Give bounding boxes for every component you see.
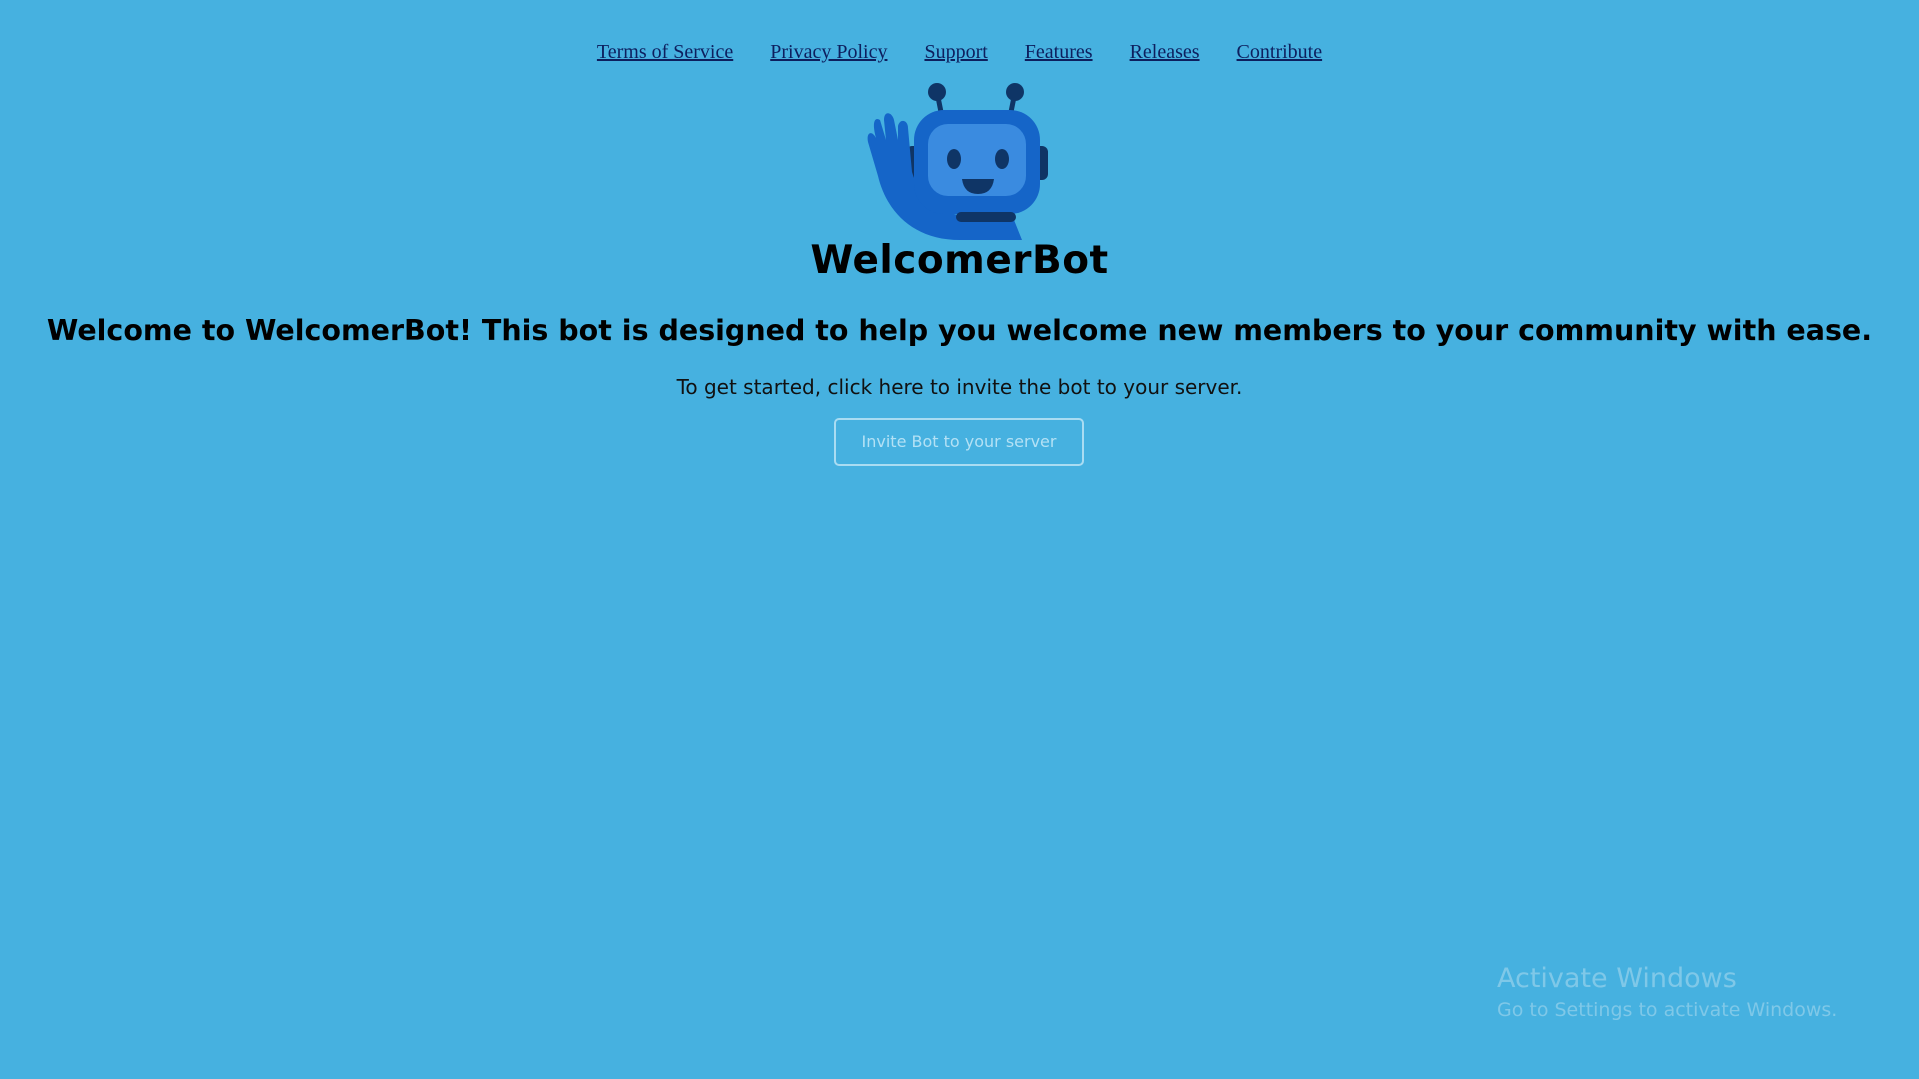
- hero-intro: To get started, click here to invite the…: [676, 375, 1243, 399]
- brand-name: WelcomerBot: [810, 238, 1109, 283]
- nav-link-terms[interactable]: Terms of Service: [597, 38, 733, 66]
- nav-link-features[interactable]: Features: [1025, 38, 1093, 66]
- nav-link-releases[interactable]: Releases: [1130, 38, 1200, 66]
- nav-link-support[interactable]: Support: [924, 38, 987, 66]
- nav-link-contribute[interactable]: Contribute: [1237, 38, 1323, 66]
- top-nav: Terms of Service Privacy Policy Support …: [0, 38, 1919, 66]
- windows-activation-watermark: Activate Windows Go to Settings to activ…: [1497, 961, 1837, 1023]
- watermark-subtitle: Go to Settings to activate Windows.: [1497, 999, 1838, 1021]
- nav-link-privacy[interactable]: Privacy Policy: [770, 38, 887, 66]
- watermark-title: Activate Windows: [1497, 963, 1737, 994]
- hero-headline: Welcome to WelcomerBot! This bot is desi…: [46, 314, 1873, 347]
- invite-bot-button[interactable]: Invite Bot to your server: [834, 418, 1084, 466]
- robot-waving-icon: [867, 83, 1048, 240]
